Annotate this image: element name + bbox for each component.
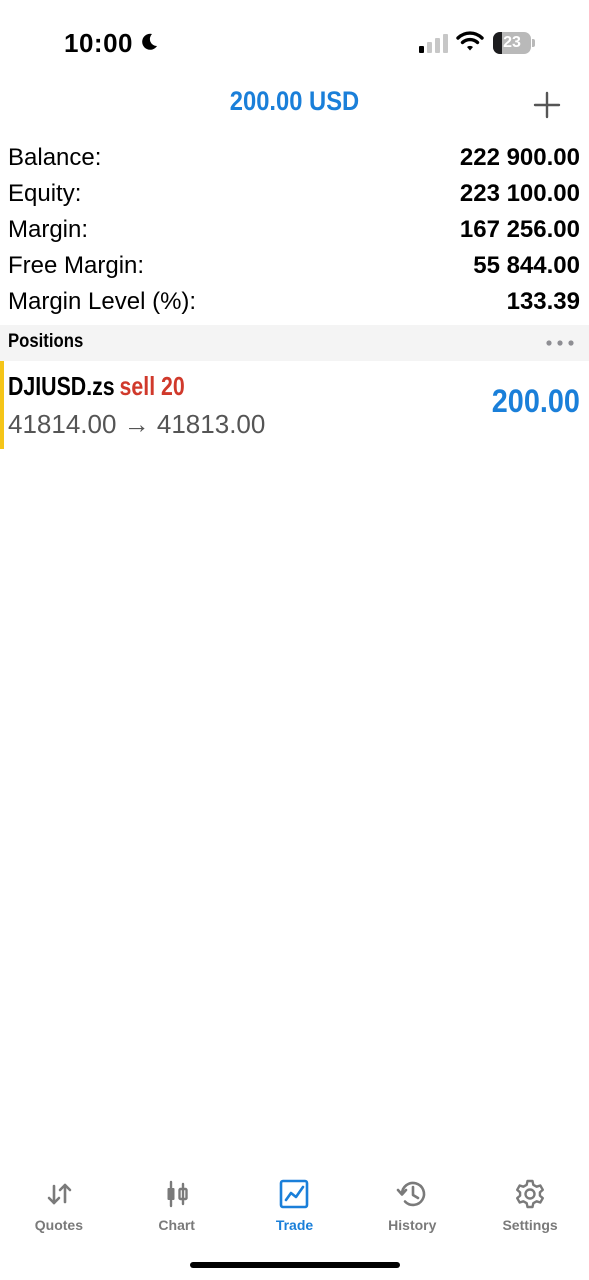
history-icon (396, 1181, 426, 1207)
summary-row-margin: Margin: 167 256.00 (0, 212, 589, 248)
battery-indicator: 23 (493, 32, 535, 54)
summary-value: 223 100.00 (459, 180, 580, 207)
summary-value: 133.39 (506, 288, 580, 315)
summary-label: Equity: (8, 180, 82, 207)
position-title-line: DJIUSD.zs sell 20 (8, 371, 185, 402)
summary-value: 167 256.00 (459, 216, 580, 243)
tab-label: Trade (275, 1217, 314, 1233)
tab-label: Chart (158, 1217, 195, 1233)
position-side: sell 20 (119, 371, 185, 401)
position-symbol: DJIUSD.zs (8, 371, 115, 401)
tab-bar: Quotes Chart Trade History Settings (0, 1164, 589, 1244)
summary-label: Balance: (8, 144, 102, 171)
status-time: 10:00 (64, 28, 133, 58)
summary-label: Margin Level (%): (8, 288, 197, 315)
more-icon[interactable] (545, 336, 575, 350)
position-profit: 200.00 (491, 383, 580, 419)
status-bar: 10:00 23 (0, 0, 589, 86)
positions-section-header: Positions (0, 325, 589, 361)
summary-value: 55 844.00 (473, 252, 580, 279)
quotes-icon (47, 1183, 72, 1205)
summary-row-margin-level: Margin Level (%): 133.39 (0, 284, 589, 320)
position-marker (0, 361, 4, 449)
tab-chart[interactable]: Chart (118, 1164, 236, 1244)
summary-label: Margin: (8, 216, 89, 243)
tab-settings[interactable]: Settings (471, 1164, 589, 1244)
summary-label: Free Margin: (8, 252, 145, 279)
summary-row-balance: Balance: 222 900.00 (0, 140, 589, 176)
moon-icon (142, 33, 157, 50)
trade-icon (280, 1179, 309, 1209)
settings-icon (516, 1179, 545, 1209)
battery-level: 23 (503, 34, 521, 51)
wifi-icon (456, 31, 484, 51)
plus-icon[interactable] (530, 88, 564, 122)
account-profit-title[interactable]: 200.00 USD (35, 86, 553, 117)
cellular-signal-icon (419, 34, 448, 53)
tab-label: History (388, 1217, 437, 1233)
summary-row-free-margin: Free Margin: 55 844.00 (0, 248, 589, 284)
summary-value: 222 900.00 (459, 144, 580, 171)
position-row[interactable]: DJIUSD.zs sell 20 41814.00 → 41813.00 200… (0, 361, 589, 449)
positions-title: Positions (8, 331, 84, 352)
tab-history[interactable]: History (353, 1164, 471, 1244)
chart-icon (167, 1180, 188, 1208)
tab-quotes[interactable]: Quotes (0, 1164, 118, 1244)
tab-label: Settings (502, 1217, 558, 1233)
tab-label: Quotes (34, 1217, 84, 1233)
home-indicator[interactable] (190, 1262, 400, 1268)
tab-trade[interactable]: Trade (236, 1164, 354, 1244)
account-summary: Balance: 222 900.00 Equity: 223 100.00 M… (0, 140, 589, 320)
summary-row-equity: Equity: 223 100.00 (0, 176, 589, 212)
position-prices: 41814.00 → 41813.00 (8, 409, 266, 439)
